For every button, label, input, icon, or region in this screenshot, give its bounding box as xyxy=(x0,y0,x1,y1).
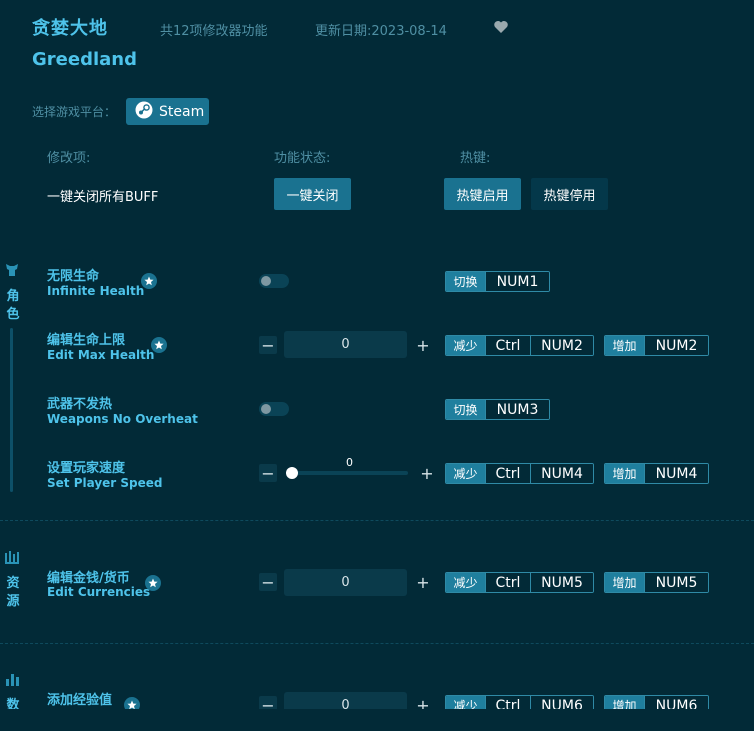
hotkey-key: NUM3 xyxy=(485,400,549,419)
add-xp-decrease-hotkey[interactable]: 减少 Ctrl NUM6 xyxy=(445,695,594,709)
hotkey-label: 减少 xyxy=(446,573,485,592)
no-overheat-label-en: Weapons No Overheat xyxy=(47,412,198,426)
no-overheat-toggle[interactable] xyxy=(259,402,289,416)
section-data-label: 数 xyxy=(6,698,20,709)
player-speed-label-en: Set Player Speed xyxy=(47,476,163,490)
hotkey-modifier: Ctrl xyxy=(485,696,530,709)
add-xp-increase-hotkey[interactable]: 增加 NUM6 xyxy=(604,695,709,709)
max-health-input[interactable]: 0 xyxy=(284,331,407,358)
hotkey-key: NUM4 xyxy=(644,464,708,483)
character-icon xyxy=(4,262,20,278)
hotkey-key: NUM4 xyxy=(530,464,593,483)
game-title-en: Greedland xyxy=(32,49,137,70)
hotkey-modifier: Ctrl xyxy=(485,464,530,483)
global-buff-label: 一键关闭所有BUFF xyxy=(47,190,159,205)
steam-platform-button[interactable]: Steam xyxy=(126,98,209,125)
section-resources-label: 资源 xyxy=(6,576,20,609)
no-overheat-hotkey[interactable]: 切换 NUM3 xyxy=(445,399,550,420)
currencies-increase-hotkey[interactable]: 增加 NUM5 xyxy=(604,572,709,593)
add-xp-label-cn: 添加经验值 xyxy=(47,693,113,708)
resources-icon xyxy=(4,549,20,565)
player-speed-increase-hotkey[interactable]: 增加 NUM4 xyxy=(604,463,709,484)
hotkey-label: 增加 xyxy=(605,464,644,483)
hotkey-key: NUM5 xyxy=(530,573,593,592)
star-icon[interactable] xyxy=(124,697,140,709)
max-health-plus-button[interactable]: + xyxy=(414,336,432,355)
infinite-health-hotkey[interactable]: 切换 NUM1 xyxy=(445,271,550,292)
hotkey-key: NUM6 xyxy=(644,696,708,709)
section-character-label: 角色 xyxy=(6,289,20,322)
feature-count: 共12项修改器功能 xyxy=(160,24,268,39)
add-xp-input[interactable]: 0 xyxy=(284,692,407,709)
column-hotkey: 热键: xyxy=(460,151,491,166)
hotkey-key: NUM2 xyxy=(644,336,708,355)
currencies-decrease-hotkey[interactable]: 减少 Ctrl NUM5 xyxy=(445,572,594,593)
hotkey-label: 增加 xyxy=(605,336,644,355)
no-overheat-label-cn: 武器不发热 xyxy=(47,397,113,412)
infinite-health-label-en: Infinite Health xyxy=(47,284,145,298)
steam-icon xyxy=(135,101,159,123)
section-character-bar xyxy=(10,328,13,492)
hotkey-label: 减少 xyxy=(446,336,485,355)
column-status: 功能状态: xyxy=(274,151,331,166)
max-health-increase-hotkey[interactable]: 增加 NUM2 xyxy=(604,335,709,356)
star-icon[interactable] xyxy=(141,273,157,289)
player-speed-value: 0 xyxy=(346,456,353,469)
hotkey-label: 减少 xyxy=(446,464,485,483)
player-speed-label-cn: 设置玩家速度 xyxy=(47,461,126,476)
hotkey-disable-button[interactable]: 热键停用 xyxy=(531,178,608,210)
steam-label: Steam xyxy=(159,103,205,120)
max-health-minus-button[interactable]: − xyxy=(259,336,277,355)
hotkey-enable-button[interactable]: 热键启用 xyxy=(444,178,521,210)
update-date: 更新日期:2023-08-14 xyxy=(315,24,447,39)
currencies-label-cn: 编辑金钱/货币 xyxy=(47,571,130,586)
add-xp-minus-button[interactable]: − xyxy=(259,696,277,709)
star-icon[interactable] xyxy=(145,575,161,591)
max-health-label-cn: 编辑生命上限 xyxy=(47,333,126,348)
currencies-label-en: Edit Currencies xyxy=(47,585,151,599)
hotkey-label: 增加 xyxy=(605,573,644,592)
player-speed-minus-button[interactable]: − xyxy=(259,464,277,483)
currencies-minus-button[interactable]: − xyxy=(259,573,277,592)
currencies-input[interactable]: 0 xyxy=(284,569,407,596)
hotkey-label: 切换 xyxy=(446,400,485,419)
infinite-health-label-cn: 无限生命 xyxy=(47,269,100,284)
section-divider xyxy=(0,520,754,521)
hotkey-label: 增加 xyxy=(605,696,644,709)
hotkey-modifier: Ctrl xyxy=(485,336,530,355)
star-icon[interactable] xyxy=(151,337,167,353)
hotkey-key: NUM5 xyxy=(644,573,708,592)
player-speed-slider-track[interactable] xyxy=(288,471,408,475)
currencies-plus-button[interactable]: + xyxy=(414,573,432,592)
hotkey-key: NUM2 xyxy=(530,336,593,355)
hotkey-key: NUM1 xyxy=(485,272,549,291)
hotkey-key: NUM6 xyxy=(530,696,593,709)
heart-icon[interactable] xyxy=(493,19,509,35)
infinite-health-toggle[interactable] xyxy=(259,274,289,288)
hotkey-modifier: Ctrl xyxy=(485,573,530,592)
column-item: 修改项: xyxy=(47,151,91,166)
player-speed-slider-thumb[interactable] xyxy=(286,467,298,479)
close-all-button[interactable]: 一键关闭 xyxy=(274,178,351,210)
clipped-bottom-area: 数 添加经验值 − 0 + 减少 Ctrl NUM6 增加 NUM6 xyxy=(0,643,754,709)
platform-label: 选择游戏平台： xyxy=(32,105,117,119)
max-health-decrease-hotkey[interactable]: 减少 Ctrl NUM2 xyxy=(445,335,594,356)
player-speed-decrease-hotkey[interactable]: 减少 Ctrl NUM4 xyxy=(445,463,594,484)
max-health-label-en: Edit Max Health xyxy=(47,348,155,362)
hotkey-label: 减少 xyxy=(446,696,485,709)
add-xp-plus-button[interactable]: + xyxy=(414,696,432,710)
player-speed-plus-button[interactable]: + xyxy=(418,464,436,483)
game-title-cn: 贪婪大地 xyxy=(32,18,108,39)
hotkey-label: 切换 xyxy=(446,272,485,291)
